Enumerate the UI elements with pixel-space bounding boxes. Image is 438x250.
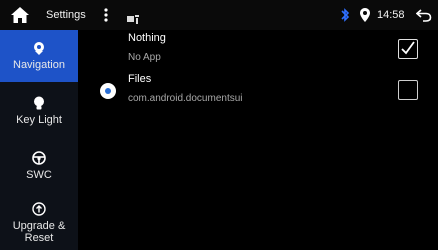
- sidebar-item-upgrade-reset[interactable]: Upgrade & Reset: [0, 195, 78, 250]
- app-name: Files: [128, 73, 152, 85]
- app-package: No App: [128, 52, 161, 63]
- sidebar-item-label: SWC: [26, 169, 52, 181]
- sidebar-item-navigation[interactable]: Navigation: [0, 30, 78, 82]
- app-name: Nothing: [128, 32, 166, 44]
- upgrade-icon: [32, 201, 46, 216]
- sidebar-item-label: Navigation: [13, 59, 65, 71]
- files-app-icon: [100, 83, 116, 99]
- sidebar: Navigation Key Light SWC Upgrade & Reset: [0, 30, 78, 250]
- notification-icon: [127, 11, 145, 24]
- more-vert-icon[interactable]: [102, 6, 110, 24]
- app-checkbox[interactable]: [398, 80, 418, 100]
- sidebar-item-label: Key Light: [16, 114, 62, 126]
- list-item[interactable]: Nothing No App: [78, 30, 438, 70]
- bulb-icon: [34, 96, 44, 110]
- list-item[interactable]: Files com.android.documentsui: [78, 71, 438, 111]
- sidebar-item-key-light[interactable]: Key Light: [0, 85, 78, 137]
- sidebar-item-label: Upgrade & Reset: [12, 219, 66, 244]
- app-title: Settings: [46, 9, 86, 21]
- app-package: com.android.documentsui: [128, 93, 243, 104]
- bluetooth-icon: [340, 7, 350, 23]
- steering-wheel-icon: [32, 151, 46, 165]
- sidebar-item-swc[interactable]: SWC: [0, 140, 78, 192]
- home-icon[interactable]: [10, 6, 30, 24]
- app-checkbox[interactable]: [398, 39, 418, 59]
- settings-screen: Settings 14:58 Navigation Key Light SWC …: [0, 0, 438, 250]
- back-icon[interactable]: [415, 8, 432, 22]
- location-icon: [360, 8, 370, 22]
- clock: 14:58: [377, 9, 405, 21]
- location-pin-icon: [34, 42, 44, 55]
- status-bar: Settings 14:58: [0, 0, 438, 30]
- check-icon: [401, 41, 415, 55]
- app-list: Nothing No App Files com.android.documen…: [78, 30, 438, 250]
